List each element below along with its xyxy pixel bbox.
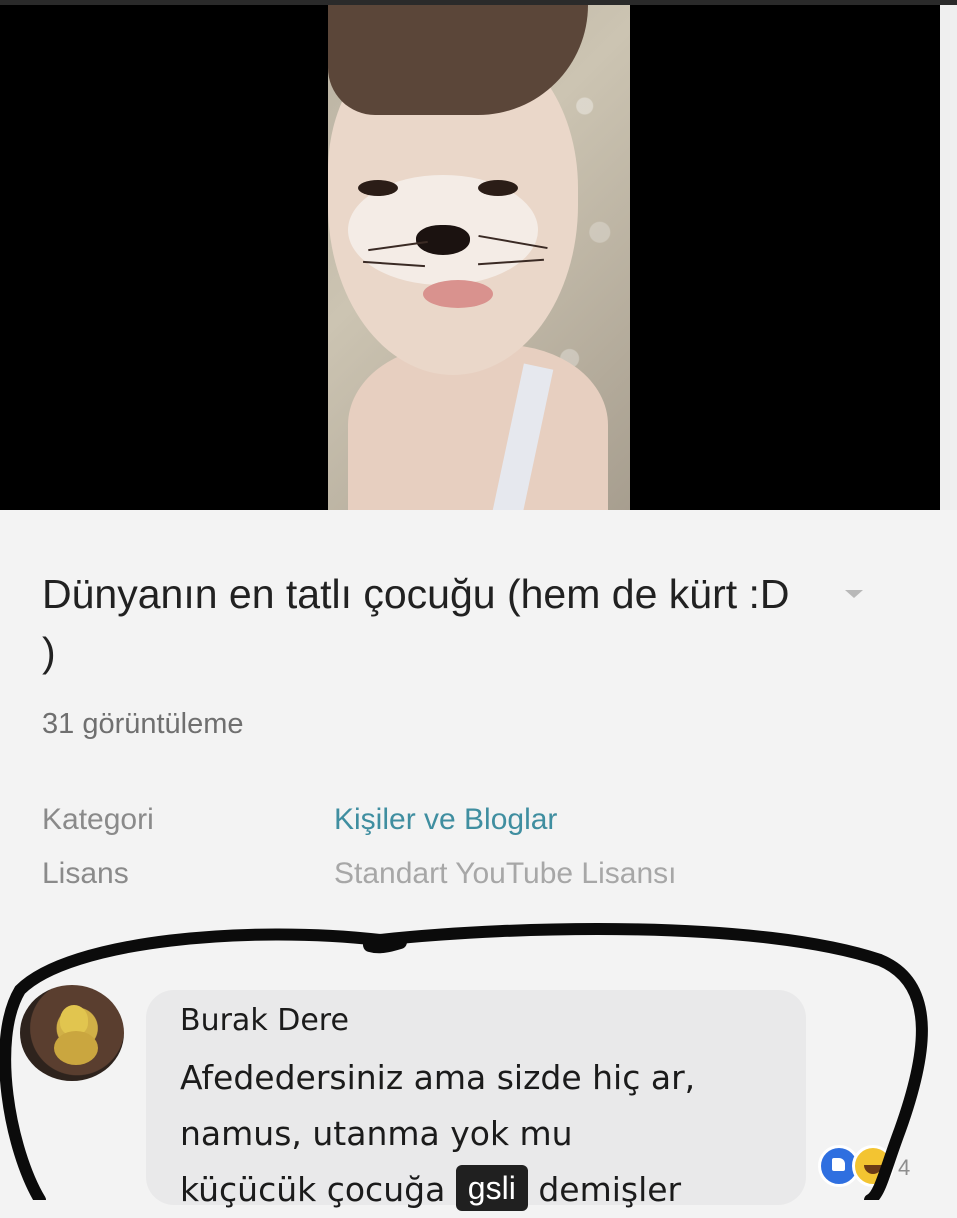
comment-text: Afededersiniz ama sizde hiç ar, namus, u…	[180, 1050, 790, 1218]
comment-author[interactable]: Burak Dere	[180, 1003, 349, 1038]
dropdown-arrow-icon[interactable]	[845, 590, 863, 598]
video-title: Dünyanın en tatlı çocuğu (hem de kürt :D…	[42, 571, 790, 675]
comment-line: namus, utanma yok mu	[180, 1114, 573, 1153]
category-link[interactable]: Kişiler ve Bloglar	[334, 803, 557, 837]
comment-line-start: küçücük çocuğa	[180, 1170, 446, 1209]
comment-line: küçücük çocuğa gsli demişler	[180, 1162, 790, 1218]
avatar[interactable]	[20, 985, 124, 1081]
category-label: Kategori	[42, 803, 154, 836]
video-side-margin	[940, 5, 957, 510]
comment-line: Afededersiniz ama sizde hiç ar,	[180, 1058, 696, 1097]
reaction-count[interactable]: 4	[898, 1155, 910, 1181]
license-label: Lisans	[42, 857, 129, 890]
watermark-badge: gsli	[455, 1165, 528, 1211]
video-player[interactable]	[0, 5, 940, 510]
comment-line-end: demişler	[538, 1170, 682, 1209]
video-thumbnail[interactable]	[328, 5, 630, 510]
haha-reaction-icon[interactable]	[852, 1145, 894, 1187]
license-value: Standart YouTube Lisansı	[334, 857, 677, 890]
view-count: 31 görüntüleme	[42, 708, 244, 740]
